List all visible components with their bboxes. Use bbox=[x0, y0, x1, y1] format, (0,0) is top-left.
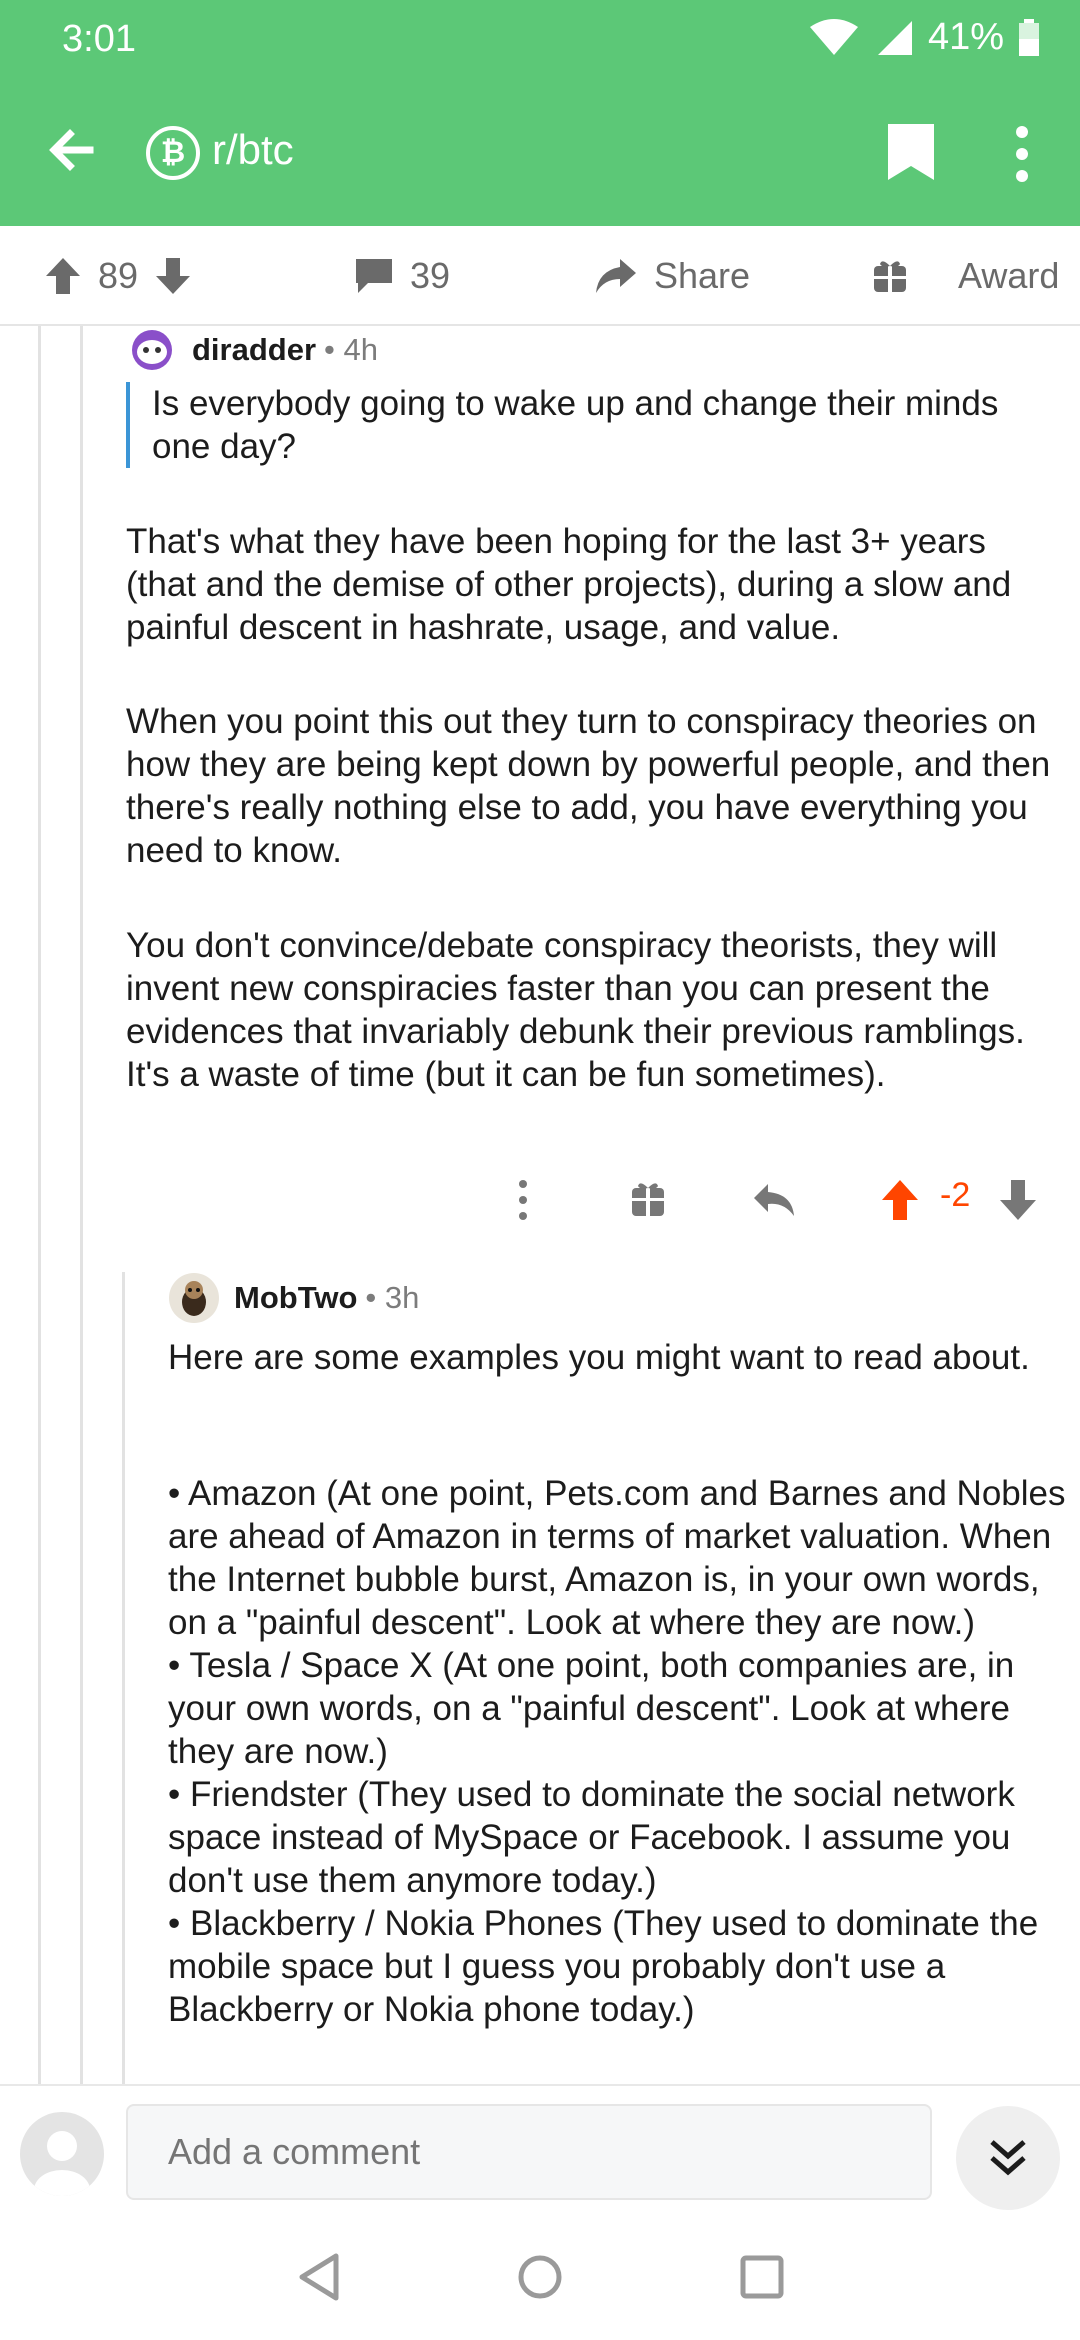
post-action-bar: 89 39 Share Award bbox=[0, 226, 1080, 326]
comment-header: MobTwo • 3h bbox=[168, 1272, 419, 1324]
downvote-icon[interactable] bbox=[154, 256, 192, 296]
double-chevron-down-icon bbox=[990, 2140, 1026, 2176]
share-label: Share bbox=[654, 255, 751, 296]
battery-percent: 41% bbox=[927, 16, 1004, 58]
comment-composer-bar bbox=[0, 2084, 1080, 2214]
comment-award-icon[interactable] bbox=[630, 1170, 666, 1230]
comment-header: diradder • 4h bbox=[126, 328, 378, 372]
comment-paragraph: When you point this out they turn to con… bbox=[126, 702, 1051, 870]
system-navigation-bar bbox=[0, 2214, 1080, 2340]
vote-group: 89 bbox=[44, 226, 192, 326]
comment-author[interactable]: MobTwo bbox=[234, 1280, 357, 1316]
subreddit-name[interactable]: r/btc bbox=[212, 126, 294, 174]
user-silhouette-icon bbox=[34, 2131, 90, 2196]
nav-home-icon[interactable] bbox=[516, 2252, 564, 2302]
comment-score: -2 bbox=[940, 1176, 971, 1214]
add-comment-input[interactable] bbox=[126, 2104, 932, 2200]
comment-bubble-icon bbox=[356, 259, 392, 293]
upvote-icon[interactable] bbox=[44, 256, 82, 296]
award-button[interactable]: Award bbox=[872, 226, 1059, 326]
next-comment-button[interactable] bbox=[956, 2106, 1060, 2210]
comment-author[interactable]: diradder bbox=[192, 332, 316, 368]
back-arrow-icon[interactable] bbox=[40, 118, 104, 182]
signal-icon bbox=[877, 20, 912, 55]
comment-age: • 4h bbox=[324, 332, 378, 367]
block-quote: Is everybody going to wake up and change… bbox=[126, 382, 1046, 468]
app-header: 3:01 41% ₿ r/btc bbox=[0, 0, 1080, 226]
nav-back-icon[interactable] bbox=[296, 2252, 344, 2302]
avatar[interactable] bbox=[168, 1272, 220, 1324]
comment-paragraph: You don't convince/debate conspiracy the… bbox=[126, 926, 1025, 1094]
bookmark-icon[interactable] bbox=[886, 124, 936, 180]
comments-button[interactable]: 39 bbox=[354, 226, 450, 326]
battery-icon bbox=[1019, 18, 1039, 56]
thread-line-level-2 bbox=[80, 326, 83, 2084]
upvote-icon[interactable] bbox=[880, 1170, 920, 1230]
award-label: Award bbox=[958, 255, 1060, 296]
avatar[interactable] bbox=[126, 328, 178, 372]
comment-more-icon[interactable] bbox=[508, 1170, 538, 1230]
comment-age: • 3h bbox=[365, 1280, 420, 1315]
downvote-icon[interactable] bbox=[998, 1170, 1038, 1230]
comment-paragraph: That's what they have been hoping for th… bbox=[126, 522, 1012, 647]
nav-recents-icon[interactable] bbox=[738, 2252, 786, 2302]
more-options-icon[interactable] bbox=[1004, 124, 1040, 184]
user-avatar[interactable] bbox=[20, 2112, 104, 2196]
thread-line-level-3 bbox=[122, 1272, 125, 2084]
share-button[interactable]: Share bbox=[594, 226, 750, 326]
post-score: 89 bbox=[98, 255, 139, 296]
reply-icon[interactable] bbox=[752, 1170, 796, 1230]
status-time: 3:01 bbox=[62, 18, 136, 60]
thread-line-level-1 bbox=[38, 326, 41, 2084]
comment-paragraph: Here are some examples you might want to… bbox=[168, 1338, 1030, 1377]
status-icons: 41% bbox=[808, 16, 1040, 59]
subreddit-icon[interactable]: ₿ bbox=[146, 126, 200, 180]
comment-bullet-list: • Amazon (At one point, Pets.com and Bar… bbox=[168, 1474, 1066, 2029]
gift-icon bbox=[874, 261, 906, 292]
share-arrow-icon bbox=[596, 259, 636, 293]
comments-count: 39 bbox=[410, 255, 451, 296]
wifi-icon bbox=[809, 18, 858, 55]
